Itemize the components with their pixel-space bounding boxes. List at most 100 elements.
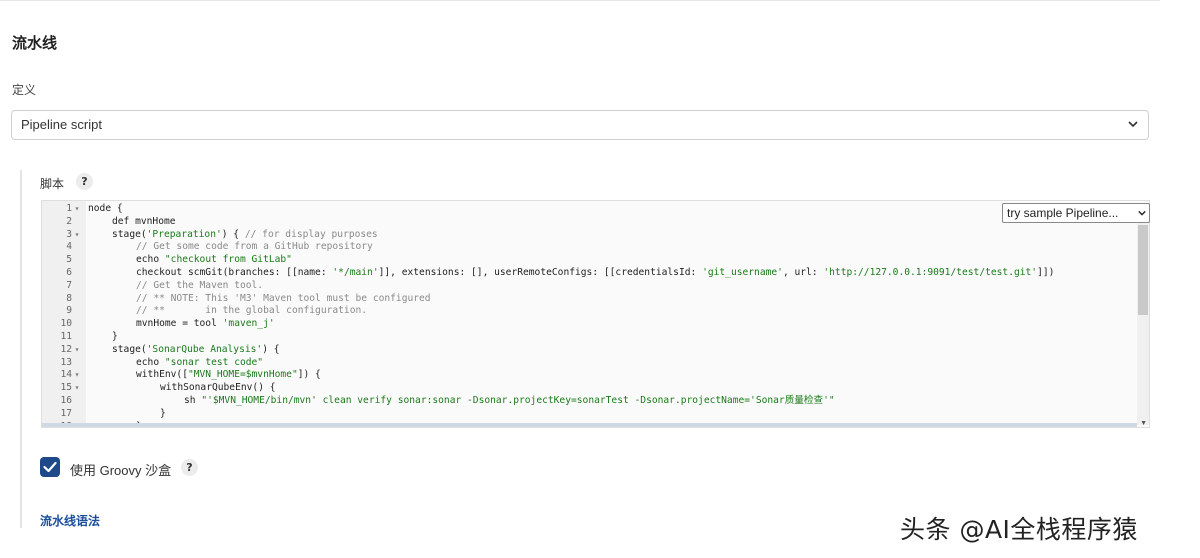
code-line: 11} [42, 331, 118, 344]
try-sample-pipeline-select[interactable]: try sample Pipeline... [1002, 203, 1150, 223]
line-number: 10 [60, 318, 72, 330]
code-token: ]) { [297, 369, 321, 381]
code-token: echo [136, 254, 165, 266]
code-text: // ** NOTE: This 'M3' Maven tool must be… [130, 293, 431, 306]
code-string: 'Preparation' [146, 228, 222, 240]
script-label: 脚本 [40, 177, 65, 191]
line-number: 8 [66, 292, 72, 304]
fold-arrow-icon[interactable]: ▾ [72, 203, 82, 216]
code-line: 4 // Get some code from a GitHub reposito… [42, 241, 373, 254]
definition-select-value: Pipeline script [21, 117, 102, 132]
code-line: 14 ▾ withEnv(["MVN_HOME=$mvnHome"]) { [42, 369, 321, 382]
line-number: 15 [60, 382, 72, 394]
code-text: def mvnHome [106, 216, 176, 229]
code-text: } [154, 408, 166, 421]
line-number: 2 [66, 215, 72, 227]
code-line: 1 ▾ node { [42, 203, 123, 216]
code-comment: // for display purposes [244, 228, 378, 240]
code-token: echo [136, 356, 165, 368]
definition-label: 定义 [12, 83, 37, 97]
code-token: checkout scmGit(branches: [[name: [136, 267, 333, 278]
code-token: ]]) [1037, 267, 1055, 278]
script-editor[interactable]: 1 ▾ node {2 def mvnHome 3 ▾ stage('Preparation… [41, 200, 1150, 428]
editor-scroll-thumb[interactable] [1138, 225, 1148, 315]
line-number: 5 [66, 254, 72, 266]
code-line: 8 // ** NOTE: This 'M3' Maven tool must b… [42, 292, 431, 306]
groovy-help-icon[interactable]: ? [181, 459, 198, 476]
line-number: 6 [66, 267, 72, 278]
line-number: 4 [66, 241, 72, 253]
code-token: } [160, 407, 166, 419]
fold-arrow-icon[interactable]: ▾ [72, 382, 82, 395]
groovy-sandbox-label: 使用 Groovy 沙盒 [70, 463, 172, 478]
code-comment: // ** NOTE: This 'M3' Maven tool must be… [136, 292, 431, 304]
code-comment: // ** in the global configuration. [136, 305, 368, 317]
code-line: 13 echo "sonar test code" [42, 357, 263, 370]
line-number: 11 [60, 331, 72, 342]
line-number: 13 [60, 356, 72, 368]
fold-arrow-icon[interactable]: ▾ [72, 344, 82, 357]
code-token: , url: [782, 267, 824, 278]
code-string: '*/main' [332, 267, 379, 278]
code-string: 'http://127.0.0.1:9091/test/test.git' [823, 267, 1038, 278]
section-title: 流水线 [12, 35, 58, 52]
code-text: checkout scmGit(branches: [[name: '*/mai… [130, 267, 1054, 280]
line-number: 12 [60, 343, 72, 355]
code-string: "checkout from GitLab" [164, 254, 292, 266]
pipeline-syntax-link[interactable]: 流水线语法 [40, 512, 100, 529]
line-number: 1 [66, 203, 72, 214]
line-number: 9 [66, 305, 72, 317]
line-number: 17 [60, 407, 72, 419]
code-token: ]], extensions: [], userRemoteConfigs: [… [378, 267, 703, 278]
code-line: 5 echo "checkout from GitLab" [42, 254, 292, 267]
script-help-icon[interactable]: ? [76, 173, 93, 190]
line-number: 3 [66, 228, 72, 240]
code-text: mvnHome = tool 'maven_j' [130, 318, 275, 331]
line-number: 14 [60, 369, 72, 381]
code-text: sh "'$MVN_HOME/bin/mvn' clean verify son… [178, 395, 835, 408]
code-text: } [106, 331, 118, 344]
code-string: 'maven_j' [222, 318, 275, 330]
code-token: ) { [221, 228, 245, 240]
code-token: stage( [112, 228, 147, 240]
code-token: withEnv([ [136, 369, 188, 381]
code-text: echo "sonar test code" [130, 357, 263, 370]
code-text: // Get some code from a GitHub repositor… [130, 241, 373, 254]
line-number: 7 [66, 279, 72, 291]
line-number: 16 [60, 395, 72, 406]
code-token: def mvnHome [112, 215, 176, 227]
code-text: echo "checkout from GitLab" [130, 254, 292, 267]
code-comment: // Get some code from a GitHub repositor… [136, 241, 373, 253]
code-line: 6 checkout scmGit(branches: [[name: '*/ma… [42, 267, 1054, 280]
code-text: stage('SonarQube Analysis') { [106, 344, 280, 357]
code-string: "MVN_HOME=$mvnHome" [187, 369, 298, 381]
section-rail [20, 170, 22, 528]
definition-select[interactable]: Pipeline script [11, 110, 1149, 140]
code-string: 'git_username' [702, 267, 783, 278]
fold-arrow-icon[interactable]: ▾ [72, 369, 82, 382]
code-text: withEnv(["MVN_HOME=$mvnHome"]) { [130, 369, 321, 382]
watermark: 头条 @AI全栈程序猿 [900, 515, 1138, 544]
scroll-down-arrow-icon[interactable]: ▼ [1140, 420, 1147, 427]
top-divider [0, 0, 1160, 1]
code-token: mvnHome = tool [136, 318, 223, 330]
code-text: withSonarQubeEnv() { [154, 382, 276, 395]
code-token: node { [88, 203, 123, 214]
code-text: // Get the Maven tool. [130, 280, 263, 293]
editor-horizontal-scrollbar[interactable] [42, 423, 1137, 427]
code-line: 3 ▾ stage('Preparation') { // for display … [42, 229, 378, 242]
chevron-down-icon [1128, 121, 1138, 128]
code-token: sh [184, 395, 202, 406]
code-text: stage('Preparation') { // for display pu… [106, 229, 378, 242]
code-string: 'SonarQube Analysis' [146, 343, 263, 355]
code-line: 15 ▾ withSonarQubeEnv() { [42, 382, 276, 395]
try-sample-label: try sample Pipeline... [1007, 206, 1119, 220]
code-string: "sonar test code" [164, 356, 264, 368]
code-comment: // Get the Maven tool. [136, 279, 264, 291]
groovy-sandbox-checkbox[interactable] [40, 457, 60, 477]
checkmark-icon [43, 461, 57, 473]
chevron-down-icon [1138, 210, 1146, 216]
code-line: 9 // ** in the global configuration. [42, 305, 367, 318]
fold-arrow-icon[interactable]: ▾ [72, 229, 82, 242]
code-text: // ** in the global configuration. [130, 305, 367, 318]
